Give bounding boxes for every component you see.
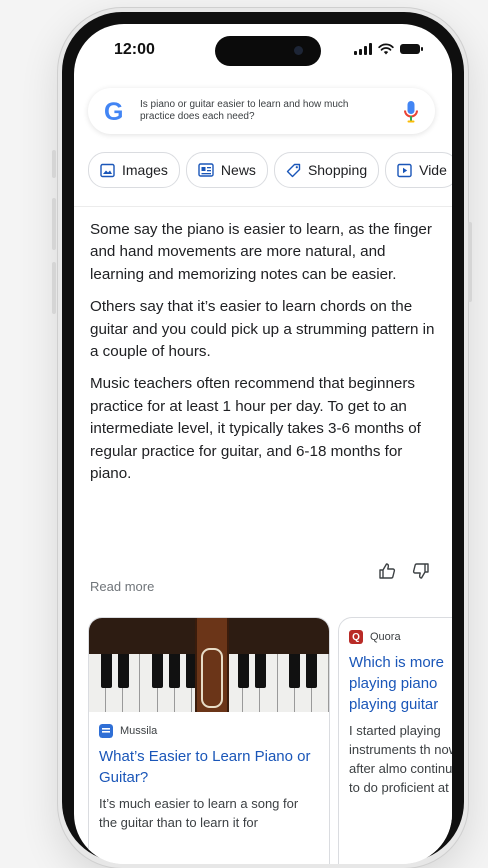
- volume-up-button: [52, 198, 56, 250]
- source-card-mussila[interactable]: Mussila What’s Easier to Learn Piano or …: [88, 617, 330, 864]
- filter-chips: Images News Shopping Vide: [88, 152, 452, 188]
- card-title[interactable]: What’s Easier to Learn Piano or Guitar?: [89, 738, 329, 788]
- chip-shopping[interactable]: Shopping: [273, 152, 380, 188]
- card-source-name: Mussila: [120, 725, 158, 737]
- card-title[interactable]: Which is more playing piano playing guit…: [339, 644, 452, 715]
- chip-label: Images: [122, 162, 168, 178]
- chip-news[interactable]: News: [185, 152, 268, 188]
- image-icon: [100, 163, 115, 177]
- wifi-icon: [378, 43, 394, 55]
- card-snippet: It’s much easier to learn a song for the…: [99, 796, 299, 830]
- chip-label: Vide: [419, 162, 447, 178]
- card-source: Q Quora: [339, 618, 452, 644]
- search-query[interactable]: Is piano or guitar easier to learn and h…: [140, 99, 378, 123]
- news-icon: [198, 163, 214, 177]
- tag-icon: [286, 163, 301, 177]
- chip-label: Shopping: [307, 162, 368, 178]
- piano-guitar-image: [89, 618, 329, 712]
- battery-icon: [400, 44, 423, 54]
- divider: [74, 206, 452, 207]
- camera-icon: [294, 46, 303, 55]
- ai-answer: Some say the piano is easier to learn, a…: [90, 219, 440, 495]
- read-more-link[interactable]: Read more: [90, 579, 154, 594]
- source-card-quora[interactable]: Q Quora Which is more playing piano play…: [338, 617, 452, 864]
- google-logo-icon: G: [104, 98, 124, 126]
- answer-paragraph: Others say that it’s easier to learn cho…: [90, 298, 435, 361]
- action-button: [52, 150, 56, 178]
- mussila-logo-icon: [99, 724, 113, 738]
- search-box[interactable]: G Is piano or guitar easier to learn and…: [88, 88, 435, 134]
- dynamic-island: [215, 36, 321, 66]
- power-button: [468, 222, 472, 302]
- phone-screen: 12:00 G Is piano or guitar easier to lea…: [74, 24, 452, 864]
- card-source: Mussila: [89, 712, 329, 738]
- status-icons: [354, 43, 423, 55]
- quora-logo-icon: Q: [349, 630, 363, 644]
- status-time: 12:00: [114, 41, 155, 58]
- thumbs-down-icon[interactable]: [412, 562, 430, 580]
- mic-icon[interactable]: [403, 100, 419, 124]
- status-bar: 12:00: [74, 24, 452, 76]
- card-snippet: I started playing instruments th now, af…: [349, 723, 452, 795]
- chip-videos[interactable]: Vide: [385, 152, 452, 188]
- answer-paragraph: Some say the piano is easier to learn, a…: [90, 221, 432, 283]
- video-icon: [397, 163, 412, 177]
- chip-label: News: [220, 162, 256, 178]
- signal-icon: [354, 43, 372, 55]
- volume-down-button: [52, 262, 56, 314]
- card-source-name: Quora: [370, 631, 401, 643]
- chip-images[interactable]: Images: [88, 152, 180, 188]
- thumbs-up-icon[interactable]: [378, 562, 396, 580]
- answer-paragraph: Music teachers often recommend that begi…: [90, 375, 421, 483]
